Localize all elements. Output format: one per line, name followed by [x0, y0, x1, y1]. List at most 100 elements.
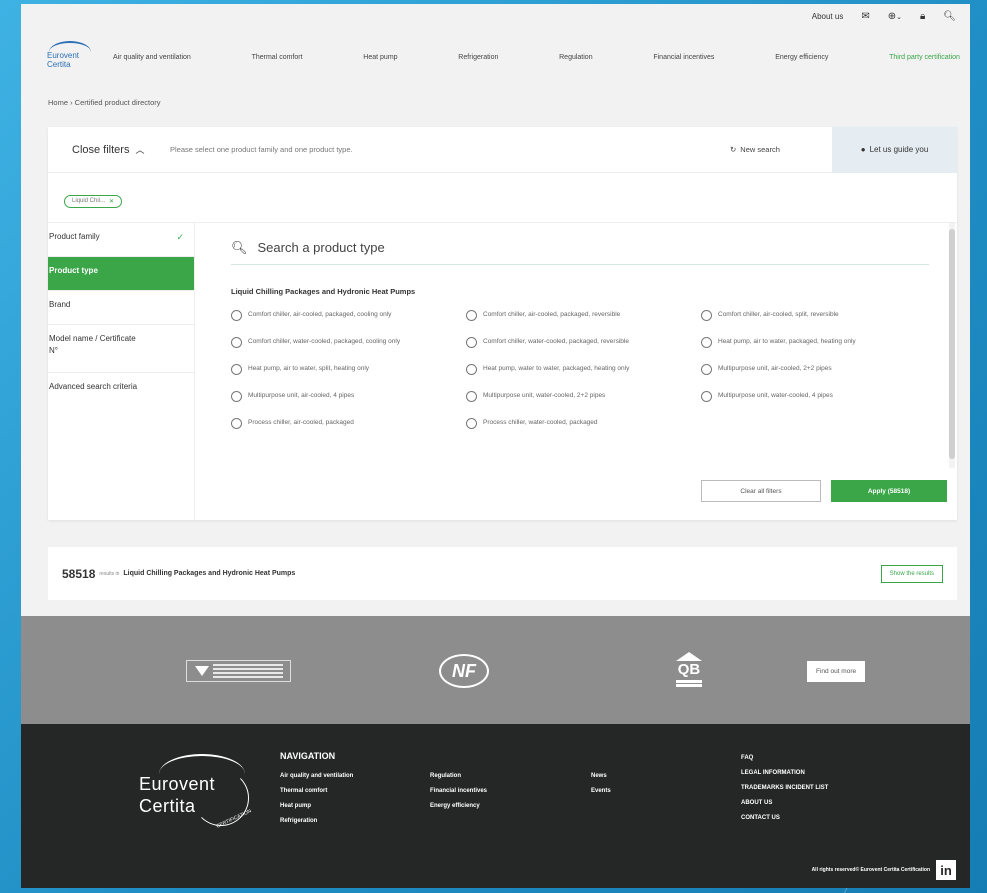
radio-button[interactable] [466, 310, 477, 321]
breadcrumb[interactable]: Home › Certified product directory [21, 86, 970, 116]
radio-button[interactable] [701, 310, 712, 321]
nav-item-financial-incentives[interactable]: Financial incentives [653, 54, 714, 61]
linkedin-icon[interactable]: in [936, 860, 956, 880]
main-navigation: Eurovent Certita Air quality and ventila… [21, 28, 970, 86]
product-type-panel: 🔍︎ Liquid Chilling Packages and Hydronic… [195, 223, 957, 520]
radio-button[interactable] [466, 364, 477, 375]
radio-button[interactable] [231, 418, 242, 429]
footer-link[interactable]: ABOUT US [741, 796, 828, 811]
footer-link[interactable]: Air quality and ventilation [280, 769, 353, 784]
footer-link[interactable]: FAQ [741, 751, 828, 766]
radio-button[interactable] [701, 364, 712, 375]
nav-item-heat-pump[interactable]: Heat pump [363, 54, 397, 61]
filter-header: Close filters ︿ Please select one product… [48, 126, 957, 173]
radio-button[interactable] [466, 418, 477, 429]
footer-link[interactable]: Financial incentives [430, 784, 487, 799]
nav-item-regulation[interactable]: Regulation [559, 54, 592, 61]
sidebar-item-model-name[interactable]: Model name / Certificate N° [48, 325, 194, 373]
footer-link[interactable]: Refrigeration [280, 814, 353, 829]
footer-link[interactable]: Heat pump [280, 799, 353, 814]
footer-link[interactable]: News [591, 769, 611, 784]
option-radio[interactable]: Heat pump, air to water, packaged, heati… [701, 337, 926, 354]
qb-logo: QB [676, 652, 702, 690]
lock-icon[interactable]: 🔒︎ [920, 11, 925, 22]
apply-button[interactable]: Apply (58518) [831, 480, 947, 502]
footer-logo[interactable]: Eurovent Certita CERTIFICATION [139, 754, 252, 834]
scrollbar[interactable] [949, 223, 955, 468]
filter-prompt: Please select one product family and one… [170, 145, 353, 154]
footer-link[interactable]: Regulation [430, 769, 487, 784]
option-radio[interactable]: Multipurpose unit, air-cooled, 2+2 pipes [701, 364, 926, 381]
chevron-up-icon: ︿ [135, 145, 145, 155]
search-icon[interactable]: 🔍︎ [943, 11, 956, 22]
nav-item-thermal-comfort[interactable]: Thermal comfort [252, 54, 303, 61]
footer-link[interactable]: Events [591, 784, 611, 799]
footer-nav-heading: NAVIGATION [280, 751, 336, 761]
results-category: Liquid Chilling Packages and Hydronic He… [123, 570, 296, 577]
footer-link[interactable]: CONTACT US [741, 811, 828, 826]
radio-button[interactable] [701, 391, 712, 402]
radio-button[interactable] [701, 337, 712, 348]
option-radio[interactable]: Heat pump, water to water, packaged, hea… [466, 364, 701, 381]
radio-button[interactable] [231, 364, 242, 375]
option-radio[interactable]: Process chiller, air-cooled, packaged [231, 418, 466, 435]
nav-item-refrigeration[interactable]: Refrigeration [458, 54, 498, 61]
option-radio[interactable]: Comfort chiller, air-cooled, packaged, c… [231, 310, 466, 327]
radio-button[interactable] [231, 310, 242, 321]
nav-item-energy-efficiency[interactable]: Energy efficiency [775, 54, 828, 61]
footer-column-3: News Events [591, 769, 611, 799]
option-radio[interactable]: Comfort chiller, air-cooled, packaged, r… [466, 310, 701, 327]
sidebar-item-advanced-search[interactable]: Advanced search criteria [48, 373, 194, 421]
find-out-more-button[interactable]: Find out more [807, 661, 866, 682]
clear-filters-button[interactable]: Clear all filters [701, 480, 821, 502]
mail-icon[interactable]: ✉ [861, 11, 869, 22]
nav-item-third-party-certification[interactable]: Third party certification [889, 54, 960, 61]
footer-link[interactable]: LEGAL INFORMATION [741, 766, 828, 781]
info-icon: ● [860, 145, 866, 154]
close-filters-button[interactable]: Close filters ︿ [48, 143, 170, 156]
copyright: All rights reserved© Eurovent Certita Ce… [811, 867, 930, 873]
filter-sidebar: Product family ✓ Product type Brand Model… [48, 223, 195, 520]
scrollbar-thumb[interactable] [949, 229, 955, 459]
sidebar-item-product-family[interactable]: Product family ✓ [48, 223, 194, 257]
globe-icon[interactable]: ⊕⌄ [888, 11, 902, 22]
option-radio[interactable]: Comfort chiller, water-cooled, packaged,… [466, 337, 701, 354]
guide-button[interactable]: ● Let us guide you [832, 126, 957, 173]
eurovent-certified-logo [186, 660, 291, 682]
footer-column-2: Regulation Financial incentives Energy e… [430, 769, 487, 814]
refresh-icon: ↻ [730, 145, 737, 154]
results-count: 58518 [62, 566, 96, 581]
footer-link[interactable]: Thermal comfort [280, 784, 353, 799]
active-filters: Liquid Chil... ✕ [48, 173, 957, 223]
option-radio[interactable]: Heat pump, air to water, split, heating … [231, 364, 466, 381]
new-search-button[interactable]: ↻ New search [730, 145, 832, 154]
option-radio[interactable]: Process chiller, water-cooled, packaged [466, 418, 701, 435]
radio-button[interactable] [466, 391, 477, 402]
footer-link[interactable]: TRADEMARKS INCIDENT LIST [741, 781, 828, 796]
option-radio[interactable]: Multipurpose unit, water-cooled, 2+2 pip… [466, 391, 701, 408]
footer-link[interactable]: Energy efficiency [430, 799, 487, 814]
filter-chip[interactable]: Liquid Chil... ✕ [64, 194, 123, 208]
eurovent-certita-logo[interactable]: Eurovent Certita [43, 41, 95, 73]
nav-item-air-quality[interactable]: Air quality and ventilation [113, 54, 191, 61]
option-radio[interactable]: Multipurpose unit, air-cooled, 4 pipes [231, 391, 466, 408]
check-icon: ✓ [176, 232, 184, 242]
radio-button[interactable] [231, 337, 242, 348]
option-radio[interactable]: Comfort chiller, water-cooled, packaged,… [231, 337, 466, 354]
radio-button[interactable] [466, 337, 477, 348]
option-radio[interactable]: Multipurpose unit, water-cooled, 4 pipes [701, 391, 926, 408]
radio-button[interactable] [231, 391, 242, 402]
close-icon[interactable]: ✕ [109, 198, 114, 205]
sidebar-item-product-type[interactable]: Product type [48, 257, 194, 291]
group-title: Liquid Chilling Packages and Hydronic He… [231, 287, 416, 296]
show-results-button[interactable]: Show the results [880, 564, 943, 583]
product-type-options: Comfort chiller, air-cooled, packaged, c… [231, 310, 933, 435]
sidebar-item-brand[interactable]: Brand [48, 291, 194, 325]
certification-logos-band: NF QB Find out more [21, 616, 970, 724]
option-radio[interactable]: Comfort chiller, air-cooled, split, reve… [701, 310, 926, 327]
results-bar: 58518 results in Liquid Chilling Package… [48, 547, 957, 600]
product-type-search-input[interactable] [257, 240, 758, 255]
footer-column-1: Air quality and ventilation Thermal comf… [280, 769, 353, 829]
about-us-link[interactable]: About us [812, 12, 844, 21]
nf-logo: NF [439, 654, 489, 688]
